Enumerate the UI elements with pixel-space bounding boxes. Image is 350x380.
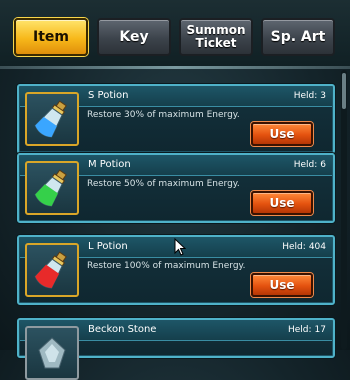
tab-key[interactable]: Key — [97, 18, 171, 56]
held-count: Held: 6 — [294, 160, 326, 170]
held-label: Held: — [293, 91, 318, 101]
tab-bar: Item Key Summon Ticket Sp. Art — [0, 0, 350, 68]
red-potion-icon — [25, 243, 79, 297]
item-name: L Potion — [88, 241, 128, 252]
use-button[interactable]: Use — [251, 273, 313, 297]
held-label: Held: — [282, 242, 306, 252]
held-label: Held: — [293, 160, 318, 170]
item-card-m-potion: M Potion Held: 6 Restore 50% of maximum E… — [17, 153, 335, 223]
item-name: M Potion — [88, 159, 131, 170]
held-value: 3 — [320, 91, 326, 101]
use-button[interactable]: Use — [251, 191, 313, 215]
tab-item[interactable]: Item — [14, 18, 88, 56]
item-description: Restore 30% of maximum Energy. — [87, 110, 240, 120]
item-name: Beckon Stone — [88, 324, 157, 335]
held-count: Held: 17 — [288, 325, 326, 335]
green-potion-icon — [25, 161, 79, 215]
stone-icon — [25, 326, 79, 380]
held-value: 6 — [320, 160, 326, 170]
item-description: Restore 50% of maximum Energy. — [87, 179, 240, 189]
item-card-beckon-stone: Beckon Stone Held: 17 — [17, 318, 335, 380]
tab-divider — [0, 66, 350, 69]
held-count: Held: 3 — [294, 91, 326, 101]
mouse-cursor-icon — [174, 238, 186, 256]
blue-potion-icon — [25, 92, 79, 146]
use-button[interactable]: Use — [251, 122, 313, 146]
held-value: 404 — [308, 242, 326, 252]
tab-label: Summon Ticket — [186, 23, 246, 50]
item-description: Restore 100% of maximum Energy. — [87, 261, 246, 271]
held-label: Held: — [287, 325, 312, 335]
tab-label: Key — [119, 29, 149, 45]
tab-sp-art[interactable]: Sp. Art — [261, 18, 335, 56]
held-count: Held: 404 — [282, 242, 326, 252]
tab-label: Sp. Art — [270, 29, 326, 45]
held-value: 17 — [314, 325, 326, 335]
item-card-s-potion: S Potion Held: 3 Restore 30% of maximum E… — [17, 84, 335, 154]
item-name: S Potion — [88, 90, 129, 101]
scrollbar-thumb[interactable] — [342, 73, 346, 109]
tab-summon-ticket[interactable]: Summon Ticket — [179, 18, 253, 56]
scrollbar-track[interactable] — [341, 70, 347, 350]
tab-label: Item — [33, 29, 69, 45]
